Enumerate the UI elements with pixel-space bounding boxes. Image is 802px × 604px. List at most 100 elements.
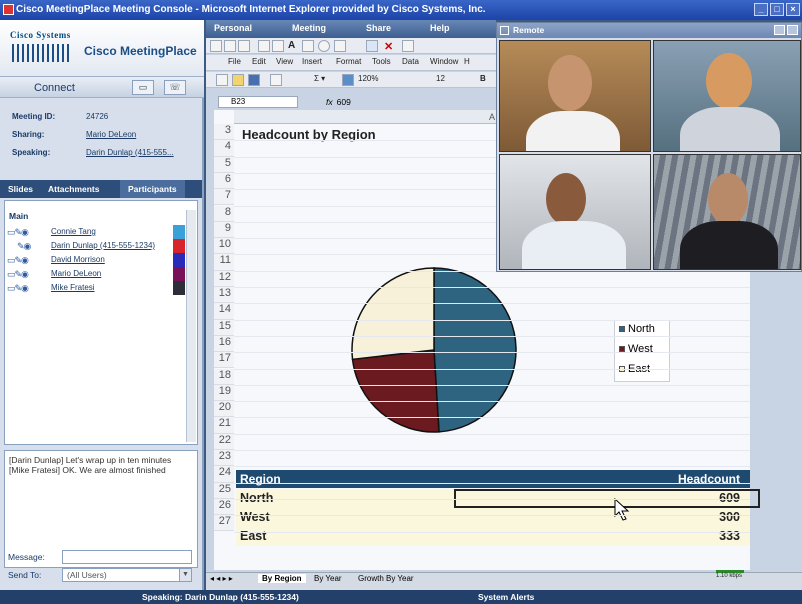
row-header[interactable]: 26 bbox=[214, 498, 234, 516]
pen-icon[interactable] bbox=[272, 40, 284, 52]
list-item[interactable]: ▭✎◉ Connie Tang bbox=[7, 225, 197, 239]
tab-growth-by-year[interactable]: Growth By Year bbox=[358, 574, 414, 583]
menu-help[interactable]: Help bbox=[430, 23, 450, 33]
zoom-select[interactable]: 120% bbox=[358, 74, 378, 83]
message-input[interactable] bbox=[62, 550, 192, 564]
row-header[interactable]: 20 bbox=[214, 401, 234, 418]
list-item[interactable]: ▭✎◉ Mario DeLeon bbox=[7, 267, 197, 281]
maximize-button[interactable]: □ bbox=[770, 3, 784, 16]
toolbar-icon[interactable] bbox=[210, 40, 222, 52]
menu-meeting[interactable]: Meeting bbox=[292, 23, 326, 33]
pie-slice-east[interactable] bbox=[351, 267, 435, 361]
video-icon[interactable]: ▭ bbox=[132, 80, 154, 95]
bold-button[interactable]: B bbox=[480, 74, 486, 83]
open-icon[interactable] bbox=[232, 74, 244, 86]
row-header[interactable]: 27 bbox=[214, 515, 234, 532]
participant-name[interactable]: Mike Fratesi bbox=[51, 283, 95, 292]
participant-scrollbar[interactable] bbox=[186, 210, 196, 442]
row-header[interactable]: 15 bbox=[214, 319, 234, 336]
participant-name[interactable]: Connie Tang bbox=[51, 227, 96, 236]
save-icon[interactable] bbox=[248, 74, 260, 86]
participant-name[interactable]: Darin Dunlap (415-555-1234) bbox=[51, 241, 155, 250]
menu-edit[interactable]: Edit bbox=[252, 57, 266, 66]
row-header[interactable]: 23 bbox=[214, 450, 234, 467]
menu-file[interactable]: File bbox=[228, 57, 241, 66]
menu-window[interactable]: Window bbox=[430, 57, 458, 66]
headcount-header[interactable]: Headcount bbox=[678, 470, 740, 488]
tab-slides[interactable]: Slides bbox=[8, 184, 33, 194]
sendto-select[interactable]: (All Users) ▼ bbox=[62, 568, 192, 582]
tab-participants[interactable]: Participants bbox=[120, 180, 185, 198]
pie-slice-north[interactable] bbox=[433, 267, 517, 433]
participant-name[interactable]: David Morrison bbox=[51, 255, 105, 264]
text-tool-icon[interactable]: A bbox=[288, 40, 295, 51]
menu-data[interactable]: Data bbox=[402, 57, 419, 66]
menu-tools[interactable]: Tools bbox=[372, 57, 391, 66]
chart-icon[interactable] bbox=[342, 74, 354, 86]
menu-format[interactable]: Format bbox=[336, 57, 361, 66]
toolbar-icon[interactable] bbox=[238, 40, 250, 52]
new-icon[interactable] bbox=[216, 74, 228, 86]
speaking-value[interactable]: Darin Dunlap (415-555... bbox=[86, 148, 174, 157]
tab-attachments[interactable]: Attachments bbox=[48, 184, 99, 194]
font-size-select[interactable]: 12 bbox=[436, 74, 445, 83]
remote-minimize-button[interactable] bbox=[774, 25, 785, 35]
chevron-down-icon[interactable]: ▼ bbox=[179, 569, 191, 581]
list-item[interactable]: ▭✎◉ Mike Fratesi bbox=[7, 281, 197, 295]
row-header[interactable]: 11 bbox=[214, 254, 234, 271]
row-header[interactable]: 24 bbox=[214, 466, 234, 483]
row-header[interactable]: 14 bbox=[214, 303, 234, 320]
row-header[interactable]: 12 bbox=[214, 270, 234, 287]
headcount-cell[interactable]: 333 bbox=[719, 527, 740, 546]
tab-by-region[interactable]: By Region bbox=[258, 574, 306, 583]
list-item[interactable]: ✎◉ Darin Dunlap (415-555-1234) bbox=[7, 239, 197, 253]
row-header[interactable]: 19 bbox=[214, 384, 234, 402]
color-icon[interactable] bbox=[334, 40, 346, 52]
menu-share[interactable]: Share bbox=[366, 23, 391, 33]
video-tile-1[interactable] bbox=[499, 40, 651, 152]
region-cell[interactable]: West bbox=[240, 508, 270, 527]
menu-insert[interactable]: Insert bbox=[302, 57, 322, 66]
row-header[interactable]: 21 bbox=[214, 417, 234, 434]
row-header[interactable]: 9 bbox=[214, 221, 234, 239]
table-row[interactable]: West 300 bbox=[236, 508, 750, 527]
undo-icon[interactable] bbox=[366, 40, 378, 52]
sheet-nav-icon[interactable]: ◂ ◂ ▸ ▸ bbox=[210, 574, 233, 583]
minimize-button[interactable]: _ bbox=[754, 3, 768, 16]
row-header[interactable]: 18 bbox=[214, 368, 234, 385]
row-header[interactable]: 3 bbox=[214, 124, 234, 141]
participant-name[interactable]: Mario DeLeon bbox=[51, 269, 101, 278]
row-header[interactable]: 17 bbox=[214, 352, 234, 369]
row-header[interactable]: 6 bbox=[214, 172, 234, 190]
toolbar-icon[interactable] bbox=[224, 40, 236, 52]
row-header[interactable]: 25 bbox=[214, 482, 234, 499]
print-icon[interactable] bbox=[270, 74, 282, 86]
video-tile-2[interactable] bbox=[653, 40, 801, 152]
row-header[interactable]: 8 bbox=[214, 205, 234, 222]
ellipse-icon[interactable] bbox=[318, 40, 330, 52]
delete-icon[interactable]: ✕ bbox=[384, 40, 393, 53]
row-header[interactable]: 5 bbox=[214, 156, 234, 173]
pencil-icon[interactable] bbox=[258, 40, 270, 52]
pie-slice-west[interactable] bbox=[351, 349, 440, 433]
autosum-icon[interactable]: Σ ▾ bbox=[314, 74, 325, 83]
menu-personal[interactable]: Personal bbox=[214, 23, 252, 33]
remote-close-button[interactable] bbox=[787, 25, 798, 35]
connect-button[interactable]: Connect bbox=[34, 82, 75, 94]
region-cell[interactable]: East bbox=[240, 527, 266, 546]
row-header[interactable]: 7 bbox=[214, 189, 234, 206]
table-row[interactable]: East 333 bbox=[236, 527, 750, 546]
row-header[interactable]: 13 bbox=[214, 287, 234, 304]
region-header[interactable]: Region bbox=[240, 470, 281, 488]
tab-by-year[interactable]: By Year bbox=[314, 574, 342, 583]
system-alerts[interactable]: System Alerts bbox=[478, 590, 534, 604]
menu-help-excel[interactable]: H bbox=[464, 57, 470, 66]
list-item[interactable]: ▭✎◉ David Morrison bbox=[7, 253, 197, 267]
toolbar-icon[interactable] bbox=[402, 40, 414, 52]
close-button[interactable]: × bbox=[786, 3, 800, 16]
video-tile-4[interactable] bbox=[653, 154, 801, 270]
sharing-value[interactable]: Mario DeLeon bbox=[86, 130, 136, 139]
row-header[interactable]: 16 bbox=[214, 335, 234, 353]
row-header[interactable]: 22 bbox=[214, 433, 234, 450]
video-tile-3[interactable] bbox=[499, 154, 651, 270]
